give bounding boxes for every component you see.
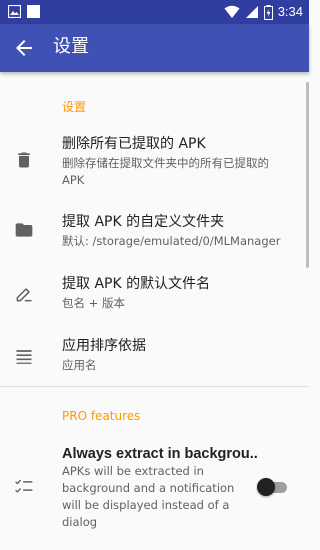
setting-sort-by[interactable]: 应用排序依据 应用名 <box>0 326 309 384</box>
trash-icon <box>18 152 30 168</box>
wifi-icon <box>224 5 240 18</box>
setting-default-filename[interactable]: 提取 APK 的默认文件名 包名 + 版本 <box>0 264 309 324</box>
setting-summary-line2: APK <box>62 173 85 187</box>
image-notification-icon <box>8 5 21 18</box>
setting-title: Always extract in backgrou.. <box>62 446 258 462</box>
settings-list: 设置 删除所有已提取的 APK 删除存储在提取文件夹中的所有已提取的 APK 提… <box>0 72 309 550</box>
sort-lines-icon <box>16 350 32 364</box>
folder-icon <box>15 223 33 237</box>
category-header-settings: 设置 <box>62 100 87 114</box>
setting-summary-line3: will be displayed instead of a <box>62 498 230 512</box>
setting-custom-folder[interactable]: 提取 APK 的自定义文件夹 默认: /storage/emulated/0/M… <box>0 202 309 262</box>
setting-title: 删除所有已提取的 APK <box>62 136 206 152</box>
setting-always-extract-background[interactable]: Always extract in backgrou.. APKs will b… <box>0 434 309 539</box>
status-bar: 3:34 <box>0 0 309 24</box>
checklist-icon <box>15 479 33 493</box>
scrollbar[interactable] <box>306 82 309 268</box>
background-extract-switch[interactable] <box>257 478 289 496</box>
setting-title: 提取 APK 的默认文件名 <box>62 276 211 292</box>
setting-summary: 应用名 <box>62 358 97 372</box>
category-header-pro-features: PRO features <box>62 409 141 423</box>
setting-title: 提取 APK 的自定义文件夹 <box>62 214 225 230</box>
app-bar: 设置 <box>0 24 309 72</box>
setting-summary: 默认: /storage/emulated/0/MLManager <box>62 234 281 248</box>
page-title: 设置 <box>53 36 89 57</box>
setting-summary-line2: background and a notification <box>62 481 235 495</box>
back-arrow-icon[interactable] <box>12 36 36 60</box>
signal-icon <box>245 6 258 18</box>
notification-square-icon <box>27 5 40 18</box>
edit-icon <box>16 288 32 302</box>
setting-summary-line1: 删除存储在提取文件夹中的所有已提取的 <box>62 156 269 170</box>
setting-delete-extracted-apks[interactable]: 删除所有已提取的 APK 删除存储在提取文件夹中的所有已提取的 APK <box>0 124 309 194</box>
switch-thumb <box>257 478 275 496</box>
status-time: 3:34 <box>277 4 303 19</box>
setting-title: 应用排序依据 <box>62 338 146 354</box>
battery-charging-icon <box>263 4 273 20</box>
setting-summary: 包名 + 版本 <box>62 296 125 310</box>
setting-summary-line4: dialog <box>62 515 98 529</box>
setting-summary-line1: APKs will be extracted in <box>62 464 204 478</box>
section-divider <box>0 386 309 387</box>
